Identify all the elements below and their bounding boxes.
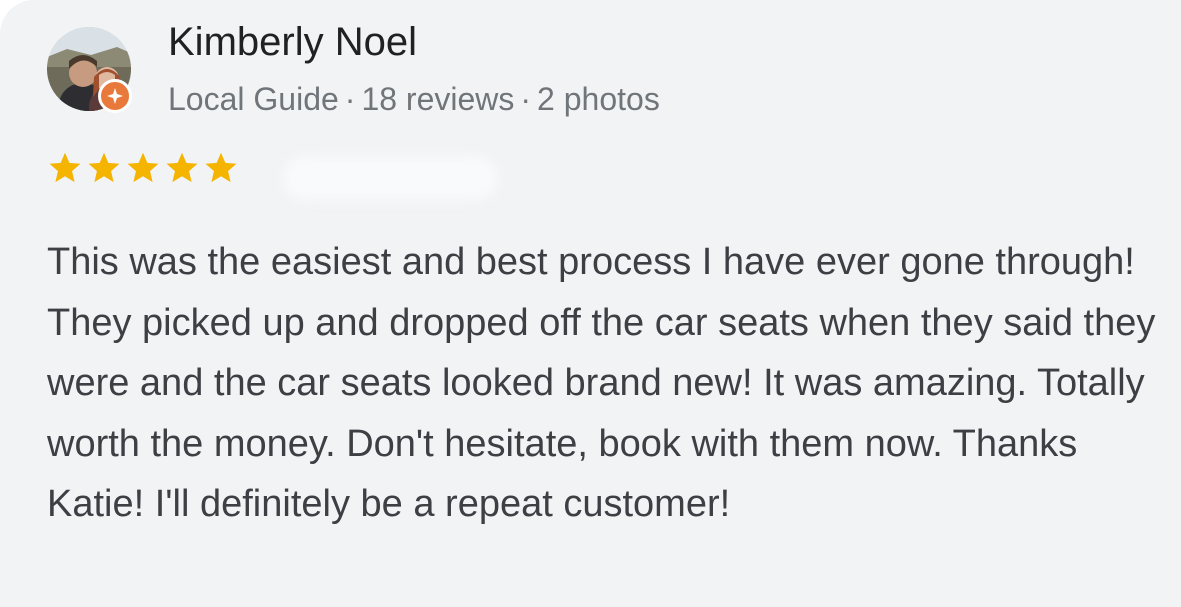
meta-separator: ·: [520, 81, 532, 117]
blurred-review-date: [283, 156, 498, 200]
reviewer-review-count: 18 reviews: [361, 81, 515, 117]
star-icon: [205, 152, 237, 183]
reviewer-name[interactable]: Kimberly Noel: [168, 20, 417, 65]
local-guide-badge-icon: [98, 79, 132, 113]
meta-separator: ·: [344, 81, 356, 117]
review-text: This was the easiest and best process I …: [47, 241, 1156, 525]
star-icon: [49, 152, 81, 183]
reviewer-role: Local Guide: [168, 81, 339, 117]
star-icon: [166, 152, 198, 183]
star-icon: [88, 152, 120, 183]
reviewer-meta: Local Guide · 18 reviews · 2 photos: [168, 81, 660, 118]
reviewer-photo-count: 2 photos: [537, 81, 660, 117]
star-icon: [127, 152, 159, 183]
star-rating: [47, 150, 239, 186]
review-card: Kimberly Noel Local Guide · 18 reviews · 2 p…: [0, 0, 1181, 607]
